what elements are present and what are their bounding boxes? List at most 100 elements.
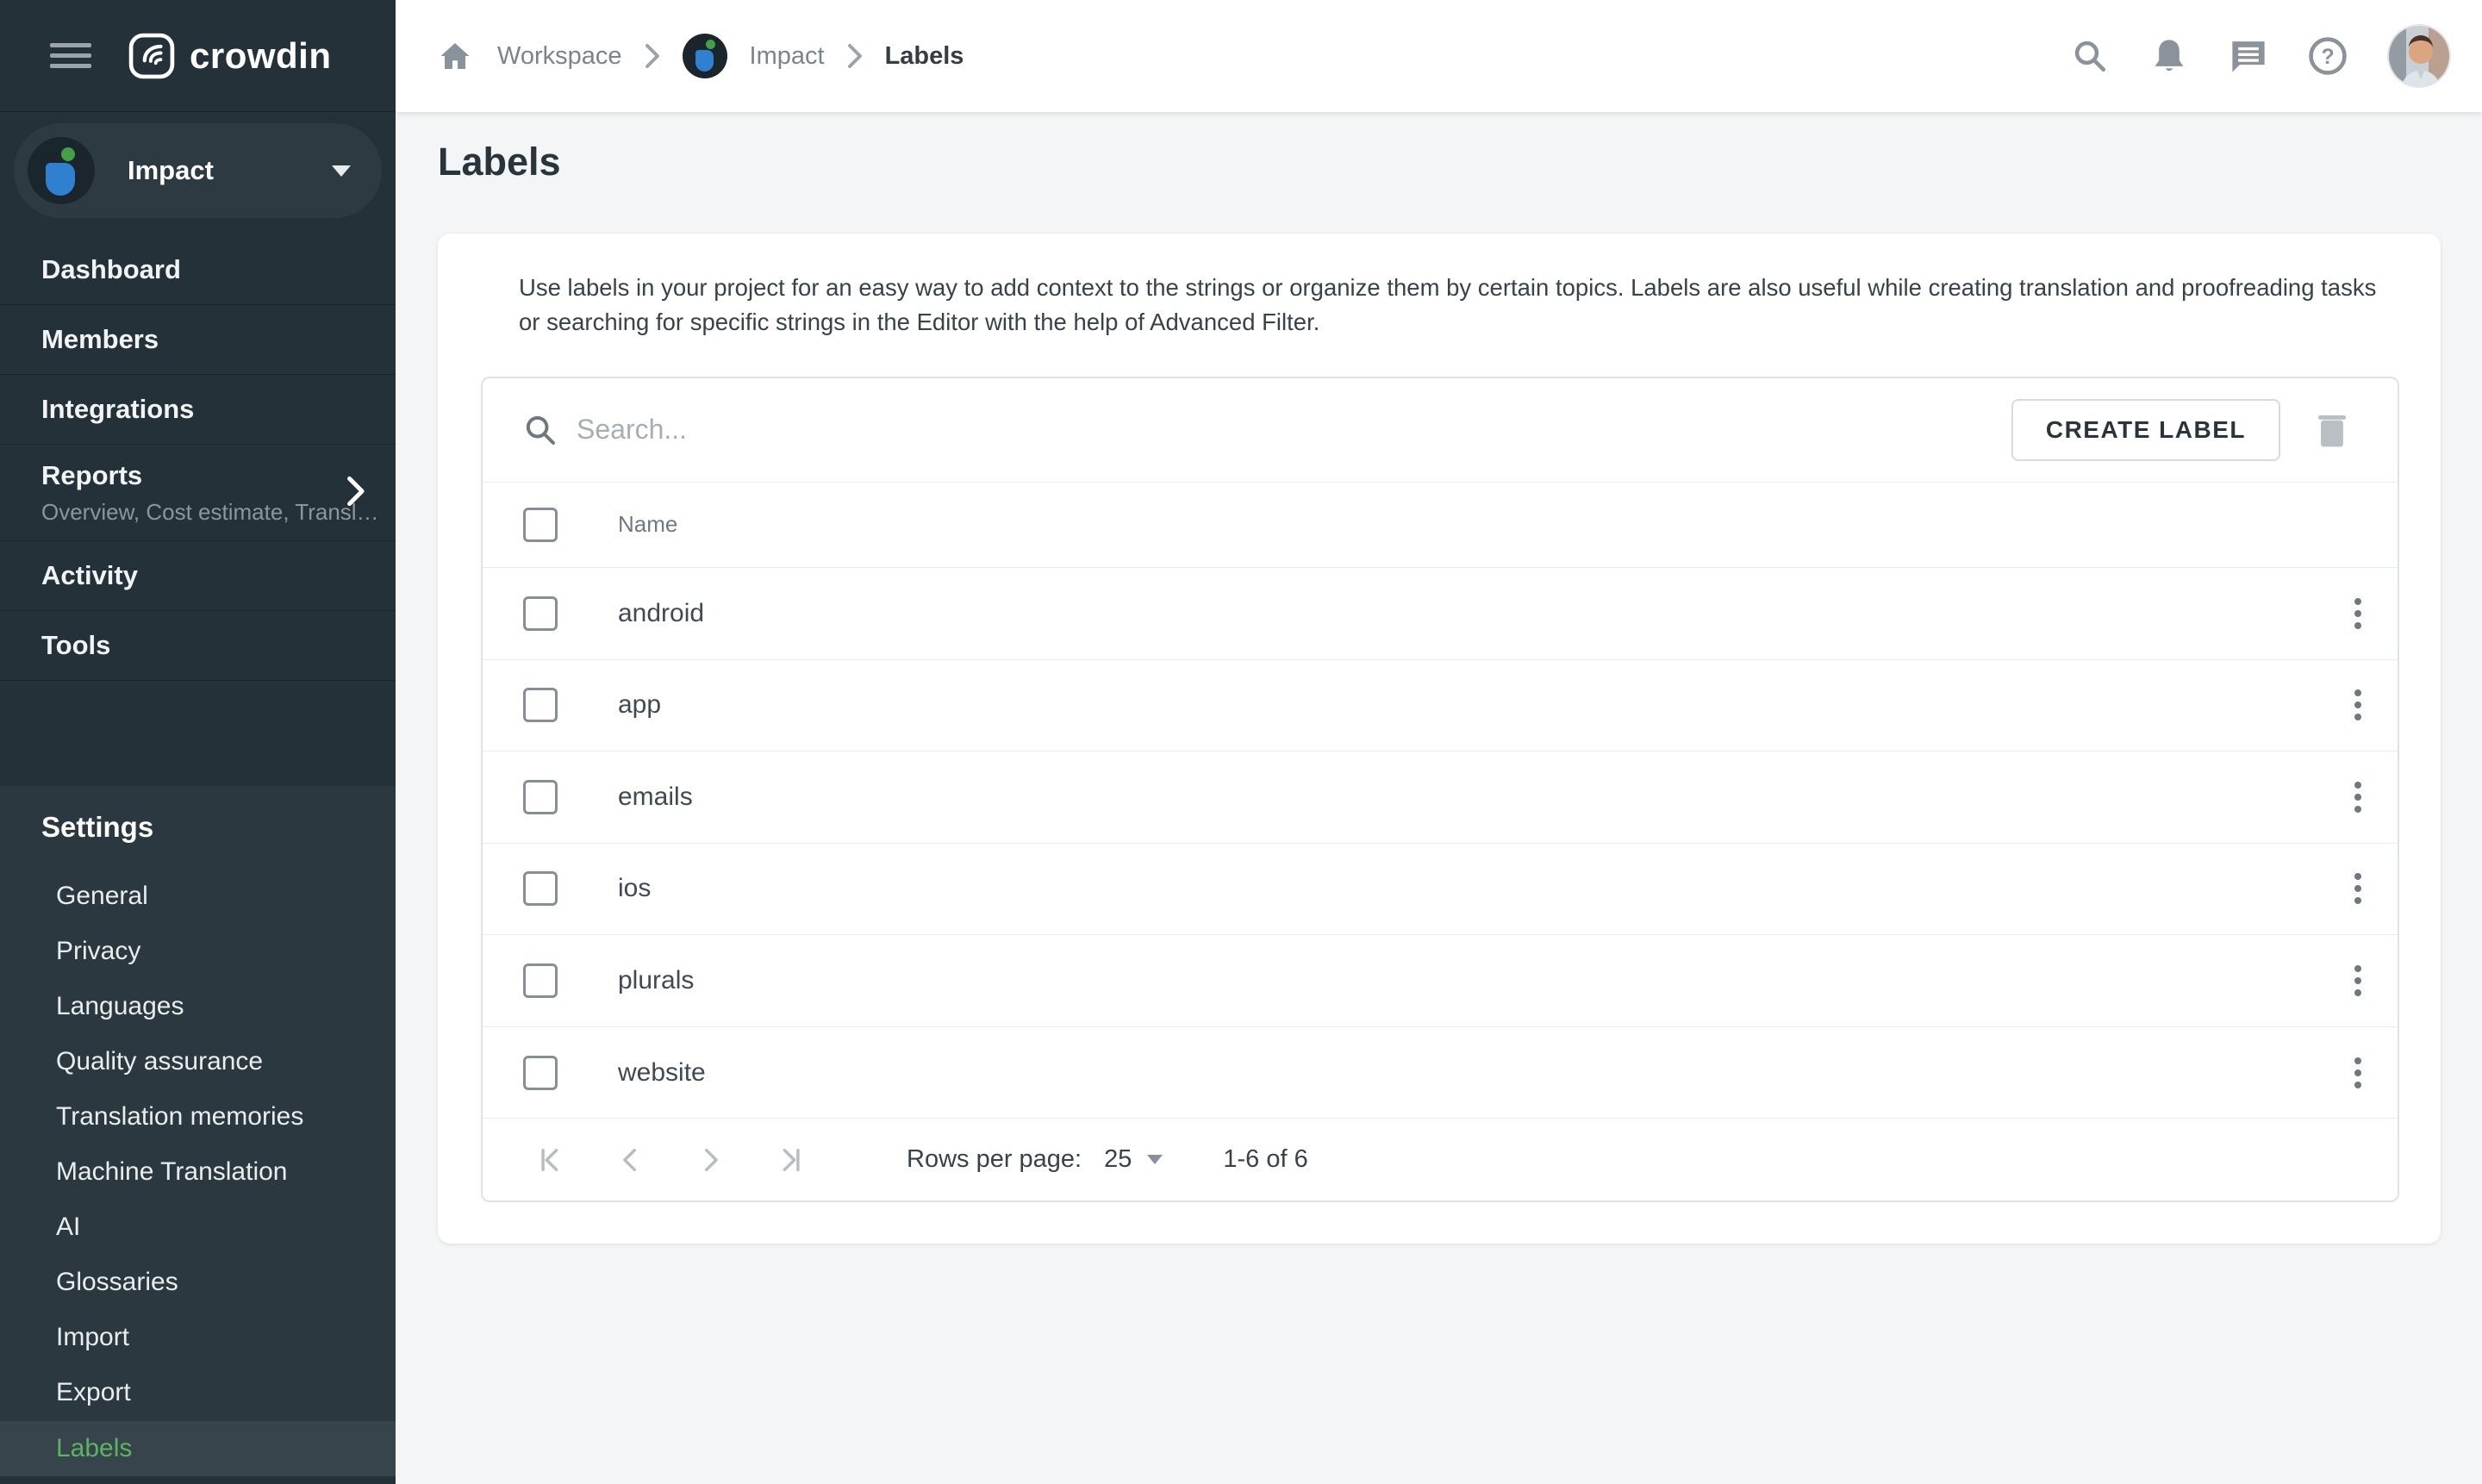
table-row: app — [483, 659, 2398, 751]
sidebar-settings-section: Settings General Privacy Languages Quali… — [0, 786, 396, 1484]
sidebar-item-languages[interactable]: Languages — [0, 979, 396, 1034]
notifications-bell-icon[interactable] — [2149, 36, 2189, 76]
sidebar-item-tools[interactable]: Tools — [0, 611, 396, 681]
sidebar-item-ai[interactable]: AI — [0, 1200, 396, 1255]
project-avatar — [28, 137, 95, 204]
help-icon[interactable]: ? — [2308, 36, 2348, 76]
chevron-down-icon — [1147, 1155, 1163, 1164]
breadcrumb-project-avatar — [683, 34, 727, 78]
label-name: app — [618, 690, 661, 720]
row-menu-kebab-icon[interactable] — [2344, 863, 2372, 914]
rows-per-page-value: 25 — [1104, 1145, 1132, 1174]
label-name: website — [618, 1058, 706, 1088]
brand-name: crowdin — [190, 35, 332, 77]
previous-page-button[interactable] — [614, 1143, 648, 1177]
rows-per-page-label: Rows per page: — [907, 1145, 1082, 1174]
table-row: ios — [483, 843, 2398, 935]
breadcrumb-impact[interactable]: Impact — [750, 42, 825, 71]
row-menu-kebab-icon[interactable] — [2344, 679, 2372, 731]
project-switcher[interactable]: Impact — [14, 123, 382, 218]
sidebar-item-translation-memories[interactable]: Translation memories — [0, 1089, 396, 1144]
sidebar-item-labels[interactable]: Labels — [0, 1420, 396, 1477]
sidebar-item-glossaries[interactable]: Glossaries — [0, 1255, 396, 1310]
sidebar-item-reports[interactable]: Reports Overview, Cost estimate, Transl… — [0, 445, 396, 541]
first-page-button[interactable] — [534, 1143, 569, 1177]
rows-per-page-select[interactable]: 25 — [1104, 1145, 1163, 1174]
label-name: emails — [618, 783, 693, 812]
sidebar-item-label: Integrations — [41, 394, 194, 425]
next-page-button[interactable] — [693, 1143, 727, 1177]
search-row: CREATE LABEL — [483, 378, 2398, 482]
table-row: emails — [483, 751, 2398, 843]
sidebar-item-label: Members — [41, 324, 159, 355]
label-name: ios — [618, 874, 651, 903]
hamburger-menu-icon[interactable] — [50, 37, 91, 74]
sidebar-filler — [0, 1477, 396, 1484]
chevron-right-icon — [645, 43, 660, 69]
last-page-button[interactable] — [772, 1143, 807, 1177]
row-menu-kebab-icon[interactable] — [2344, 1047, 2372, 1099]
sidebar: crowdin Impact Dashboard Members Integra… — [0, 0, 396, 1484]
settings-section-title: Settings — [0, 786, 396, 869]
pagination-bar: Rows per page: 25 1-6 of 6 — [483, 1118, 2398, 1200]
label-name: android — [618, 599, 704, 628]
main-content: Labels Use labels in your project for an… — [396, 112, 2482, 1484]
crowdin-logo[interactable]: crowdin — [128, 32, 332, 80]
labels-description: Use labels in your project for an easy w… — [519, 271, 2398, 340]
crowdin-logo-icon — [128, 32, 176, 80]
select-all-checkbox[interactable] — [523, 508, 558, 542]
sidebar-item-label: Dashboard — [41, 254, 181, 285]
sidebar-item-integrations[interactable]: Integrations — [0, 375, 396, 445]
topbar: Workspace Impact Labels — [396, 0, 2482, 112]
breadcrumb: Workspace Impact Labels — [435, 34, 963, 78]
table-header-row: Name — [483, 482, 2398, 568]
row-checkbox[interactable] — [523, 963, 558, 998]
app-window: crowdin Impact Dashboard Members Integra… — [0, 0, 2482, 1484]
svg-text:?: ? — [2321, 46, 2334, 69]
sidebar-item-privacy[interactable]: Privacy — [0, 924, 396, 979]
sidebar-item-general[interactable]: General — [0, 869, 396, 924]
search-input[interactable] — [577, 414, 2011, 446]
sidebar-item-label: Activity — [41, 560, 138, 591]
user-avatar[interactable] — [2387, 24, 2451, 88]
sidebar-item-members[interactable]: Members — [0, 305, 396, 375]
messages-icon[interactable] — [2229, 36, 2268, 76]
sidebar-item-quality-assurance[interactable]: Quality assurance — [0, 1034, 396, 1089]
sidebar-nav: Dashboard Members Integrations Reports O… — [0, 235, 396, 681]
sidebar-item-export[interactable]: Export — [0, 1365, 396, 1420]
row-checkbox[interactable] — [523, 596, 558, 631]
name-column-header: Name — [618, 511, 677, 538]
project-name: Impact — [128, 155, 332, 186]
sidebar-item-import[interactable]: Import — [0, 1310, 396, 1365]
create-label-button[interactable]: CREATE LABEL — [2011, 399, 2280, 461]
sidebar-item-label: Tools — [41, 630, 110, 661]
chevron-right-icon — [344, 474, 366, 508]
label-name: plurals — [618, 966, 694, 995]
labels-card: Use labels in your project for an easy w… — [438, 234, 2441, 1244]
sidebar-item-label: Reports — [41, 460, 142, 491]
chevron-right-icon — [847, 43, 863, 69]
delete-labels-button[interactable] — [2317, 412, 2348, 448]
row-checkbox[interactable] — [523, 780, 558, 814]
search-icon[interactable] — [2070, 36, 2110, 76]
sidebar-item-dashboard[interactable]: Dashboard — [0, 235, 396, 305]
chevron-down-icon — [332, 165, 351, 177]
row-menu-kebab-icon[interactable] — [2344, 588, 2372, 639]
row-checkbox[interactable] — [523, 1056, 558, 1090]
page-title: Labels — [438, 140, 561, 184]
row-checkbox[interactable] — [523, 688, 558, 722]
table-row: plurals — [483, 934, 2398, 1026]
sidebar-item-activity[interactable]: Activity — [0, 541, 396, 611]
topbar-actions: ? — [2070, 24, 2451, 88]
sidebar-item-machine-translation[interactable]: Machine Translation — [0, 1144, 396, 1200]
row-menu-kebab-icon[interactable] — [2344, 955, 2372, 1007]
sidebar-item-sublabel: Overview, Cost estimate, Transl… — [41, 499, 396, 526]
table-row: android — [483, 567, 2398, 659]
home-icon[interactable] — [435, 36, 475, 76]
pagination-range: 1-6 of 6 — [1223, 1145, 1307, 1174]
row-checkbox[interactable] — [523, 871, 558, 906]
search-icon — [523, 413, 558, 447]
labels-panel: CREATE LABEL Name android — [481, 377, 2399, 1202]
breadcrumb-workspace[interactable]: Workspace — [497, 42, 622, 71]
row-menu-kebab-icon[interactable] — [2344, 771, 2372, 823]
